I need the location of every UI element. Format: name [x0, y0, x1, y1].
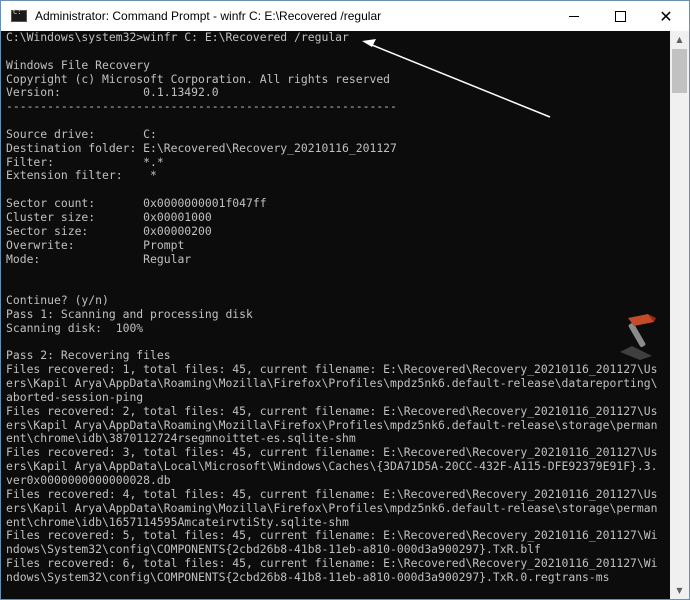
console-text: C:\Windows\system32>winfr C: E:\Recovere…	[1, 31, 670, 585]
command-prompt-icon[interactable]	[11, 8, 27, 22]
title-bar[interactable]: Administrator: Command Prompt - winfr C:…	[1, 1, 689, 31]
hammer-logo-icon	[620, 314, 656, 360]
command-line: C:\Windows\system32>winfr C: E:\Recovere…	[6, 31, 670, 45]
command-prompt-window: Administrator: Command Prompt - winfr C:…	[0, 0, 690, 600]
command-text: winfr C: E:\Recovered /regular	[143, 31, 349, 44]
window-controls: ✕	[551, 1, 689, 31]
scroll-thumb[interactable]	[672, 49, 687, 93]
close-icon: ✕	[659, 6, 673, 26]
vertical-scrollbar[interactable]: ▲ ▼	[670, 31, 689, 599]
maximize-button[interactable]	[597, 1, 643, 31]
output-text: Windows File Recovery Copyright (c) Micr…	[6, 57, 658, 584]
close-button[interactable]: ✕	[643, 1, 689, 31]
window-title: Administrator: Command Prompt - winfr C:…	[35, 9, 382, 23]
prompt-text: C:\Windows\system32>	[6, 31, 144, 44]
scroll-down-arrow-icon[interactable]: ▼	[670, 582, 689, 599]
scroll-up-arrow-icon[interactable]: ▲	[670, 31, 689, 48]
console-output-area[interactable]: C:\Windows\system32>winfr C: E:\Recovere…	[1, 31, 670, 599]
minimize-button[interactable]	[551, 1, 597, 31]
